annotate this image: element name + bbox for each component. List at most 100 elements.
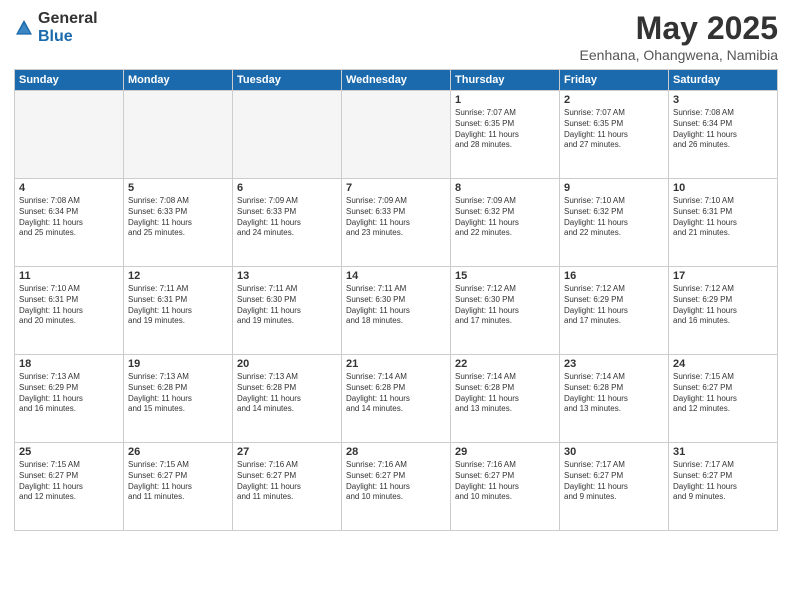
calendar-cell: 28 Sunrise: 7:16 AM Sunset: 6:27 PM Dayli… <box>342 443 451 531</box>
cell-text: Sunrise: 7:09 AM Sunset: 6:33 PM Dayligh… <box>346 196 446 239</box>
calendar-cell: 10 Sunrise: 7:10 AM Sunset: 6:31 PM Dayli… <box>669 179 778 267</box>
calendar-cell: 5 Sunrise: 7:08 AM Sunset: 6:33 PM Daylig… <box>124 179 233 267</box>
day-headers-row: SundayMondayTuesdayWednesdayThursdayFrid… <box>15 70 778 91</box>
day-number: 29 <box>455 446 555 458</box>
calendar-cell: 13 Sunrise: 7:11 AM Sunset: 6:30 PM Dayli… <box>233 267 342 355</box>
cell-text: Sunrise: 7:15 AM Sunset: 6:27 PM Dayligh… <box>673 372 773 415</box>
cell-text: Sunrise: 7:17 AM Sunset: 6:27 PM Dayligh… <box>564 460 664 503</box>
day-number: 11 <box>19 270 119 282</box>
calendar-cell: 7 Sunrise: 7:09 AM Sunset: 6:33 PM Daylig… <box>342 179 451 267</box>
cell-text: Sunrise: 7:07 AM Sunset: 6:35 PM Dayligh… <box>564 108 664 151</box>
day-header-saturday: Saturday <box>669 70 778 91</box>
day-number: 16 <box>564 270 664 282</box>
cell-text: Sunrise: 7:12 AM Sunset: 6:30 PM Dayligh… <box>455 284 555 327</box>
day-number: 23 <box>564 358 664 370</box>
day-number: 1 <box>455 94 555 106</box>
day-number: 8 <box>455 182 555 194</box>
day-number: 13 <box>237 270 337 282</box>
cell-text: Sunrise: 7:15 AM Sunset: 6:27 PM Dayligh… <box>19 460 119 503</box>
cell-text: Sunrise: 7:14 AM Sunset: 6:28 PM Dayligh… <box>564 372 664 415</box>
calendar-cell: 21Sunrise: 7:14 AM Sunset: 6:28 PM Dayli… <box>342 355 451 443</box>
cell-text: Sunrise: 7:15 AM Sunset: 6:27 PM Dayligh… <box>128 460 228 503</box>
cell-text: Sunrise: 7:17 AM Sunset: 6:27 PM Dayligh… <box>673 460 773 503</box>
day-number: 31 <box>673 446 773 458</box>
day-number: 9 <box>564 182 664 194</box>
day-number: 30 <box>564 446 664 458</box>
day-number: 21 <box>346 358 446 370</box>
calendar-cell: 12Sunrise: 7:11 AM Sunset: 6:31 PM Dayli… <box>124 267 233 355</box>
day-number: 28 <box>346 446 446 458</box>
day-number: 19 <box>128 358 228 370</box>
day-number: 20 <box>237 358 337 370</box>
calendar-cell: 6Sunrise: 7:09 AM Sunset: 6:33 PM Daylig… <box>233 179 342 267</box>
day-number: 25 <box>19 446 119 458</box>
calendar-body: 1 Sunrise: 7:07 AM Sunset: 6:35 PM Daylig… <box>15 91 778 531</box>
day-header-thursday: Thursday <box>451 70 560 91</box>
cell-text: Sunrise: 7:08 AM Sunset: 6:34 PM Dayligh… <box>19 196 119 239</box>
day-header-sunday: Sunday <box>15 70 124 91</box>
day-header-monday: Monday <box>124 70 233 91</box>
cell-text: Sunrise: 7:12 AM Sunset: 6:29 PM Dayligh… <box>673 284 773 327</box>
month-title: May 2025 <box>580 10 778 47</box>
day-number: 22 <box>455 358 555 370</box>
cell-text: Sunrise: 7:11 AM Sunset: 6:30 PM Dayligh… <box>237 284 337 327</box>
week-row-1: 1 Sunrise: 7:07 AM Sunset: 6:35 PM Daylig… <box>15 91 778 179</box>
calendar-cell: 4 Sunrise: 7:08 AM Sunset: 6:34 PM Daylig… <box>15 179 124 267</box>
cell-text: Sunrise: 7:08 AM Sunset: 6:34 PM Dayligh… <box>673 108 773 151</box>
day-header-tuesday: Tuesday <box>233 70 342 91</box>
cell-text: Sunrise: 7:10 AM Sunset: 6:32 PM Dayligh… <box>564 196 664 239</box>
calendar-cell <box>342 91 451 179</box>
calendar-cell: 29 Sunrise: 7:16 AM Sunset: 6:27 PM Dayli… <box>451 443 560 531</box>
location-subtitle: Eenhana, Ohangwena, Namibia <box>580 47 778 63</box>
day-number: 3 <box>673 94 773 106</box>
calendar-cell: 25 Sunrise: 7:15 AM Sunset: 6:27 PM Dayli… <box>15 443 124 531</box>
cell-text: Sunrise: 7:13 AM Sunset: 6:29 PM Dayligh… <box>19 372 119 415</box>
calendar-cell: 3 Sunrise: 7:08 AM Sunset: 6:34 PM Daylig… <box>669 91 778 179</box>
calendar-cell: 9 Sunrise: 7:10 AM Sunset: 6:32 PM Daylig… <box>560 179 669 267</box>
cell-text: Sunrise: 7:07 AM Sunset: 6:35 PM Dayligh… <box>455 108 555 151</box>
day-number: 4 <box>19 182 119 194</box>
logo: General Blue <box>14 10 98 45</box>
title-area: May 2025 Eenhana, Ohangwena, Namibia <box>580 10 778 63</box>
calendar-cell: 22 Sunrise: 7:14 AM Sunset: 6:28 PM Dayli… <box>451 355 560 443</box>
cell-text: Sunrise: 7:11 AM Sunset: 6:31 PM Dayligh… <box>128 284 228 327</box>
logo-blue: Blue <box>38 28 98 46</box>
calendar-cell: 17 Sunrise: 7:12 AM Sunset: 6:29 PM Dayli… <box>669 267 778 355</box>
calendar-cell: 14 Sunrise: 7:11 AM Sunset: 6:30 PM Dayli… <box>342 267 451 355</box>
day-number: 15 <box>455 270 555 282</box>
cell-text: Sunrise: 7:11 AM Sunset: 6:30 PM Dayligh… <box>346 284 446 327</box>
calendar-cell: 27Sunrise: 7:16 AM Sunset: 6:27 PM Dayli… <box>233 443 342 531</box>
logo-general: General <box>38 10 98 28</box>
week-row-3: 11 Sunrise: 7:10 AM Sunset: 6:31 PM Dayli… <box>15 267 778 355</box>
cell-text: Sunrise: 7:13 AM Sunset: 6:28 PM Dayligh… <box>237 372 337 415</box>
cell-text: Sunrise: 7:09 AM Sunset: 6:33 PM Dayligh… <box>237 196 337 239</box>
day-number: 14 <box>346 270 446 282</box>
day-header-wednesday: Wednesday <box>342 70 451 91</box>
calendar-cell: 8 Sunrise: 7:09 AM Sunset: 6:32 PM Daylig… <box>451 179 560 267</box>
week-row-4: 18 Sunrise: 7:13 AM Sunset: 6:29 PM Dayli… <box>15 355 778 443</box>
day-number: 10 <box>673 182 773 194</box>
day-number: 7 <box>346 182 446 194</box>
day-number: 24 <box>673 358 773 370</box>
calendar-cell: 20 Sunrise: 7:13 AM Sunset: 6:28 PM Dayli… <box>233 355 342 443</box>
cell-text: Sunrise: 7:16 AM Sunset: 6:27 PM Dayligh… <box>346 460 446 503</box>
day-number: 5 <box>128 182 228 194</box>
calendar-cell: 24 Sunrise: 7:15 AM Sunset: 6:27 PM Dayli… <box>669 355 778 443</box>
cell-text: Sunrise: 7:10 AM Sunset: 6:31 PM Dayligh… <box>673 196 773 239</box>
calendar-cell: 30 Sunrise: 7:17 AM Sunset: 6:27 PM Dayli… <box>560 443 669 531</box>
cell-text: Sunrise: 7:10 AM Sunset: 6:31 PM Dayligh… <box>19 284 119 327</box>
day-number: 17 <box>673 270 773 282</box>
calendar-cell: 1 Sunrise: 7:07 AM Sunset: 6:35 PM Daylig… <box>451 91 560 179</box>
calendar-cell: 11 Sunrise: 7:10 AM Sunset: 6:31 PM Dayli… <box>15 267 124 355</box>
calendar-cell: 23 Sunrise: 7:14 AM Sunset: 6:28 PM Dayli… <box>560 355 669 443</box>
cell-text: Sunrise: 7:14 AM Sunset: 6:28 PM Dayligh… <box>455 372 555 415</box>
cell-text: Sunrise: 7:08 AM Sunset: 6:33 PM Dayligh… <box>128 196 228 239</box>
calendar-cell: 31 Sunrise: 7:17 AM Sunset: 6:27 PM Dayli… <box>669 443 778 531</box>
calendar-cell <box>124 91 233 179</box>
calendar-table: SundayMondayTuesdayWednesdayThursdayFrid… <box>14 69 778 531</box>
day-header-friday: Friday <box>560 70 669 91</box>
cell-text: Sunrise: 7:16 AM Sunset: 6:27 PM Dayligh… <box>455 460 555 503</box>
day-number: 18 <box>19 358 119 370</box>
cell-text: Sunrise: 7:09 AM Sunset: 6:32 PM Dayligh… <box>455 196 555 239</box>
week-row-5: 25 Sunrise: 7:15 AM Sunset: 6:27 PM Dayli… <box>15 443 778 531</box>
